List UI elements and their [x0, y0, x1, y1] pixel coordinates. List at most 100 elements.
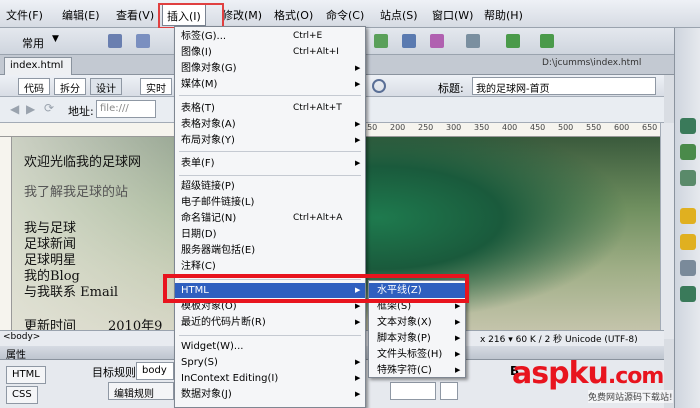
chevron-down-icon[interactable]: ▼: [52, 34, 59, 44]
menu-help[interactable]: 帮助(H): [484, 7, 523, 23]
refresh-icon[interactable]: ⟳: [44, 101, 54, 115]
menu-item-media[interactable]: 媒体(M) ▶: [175, 77, 365, 92]
color-picker[interactable]: [440, 382, 458, 400]
menu-item-comment[interactable]: 注释(C): [175, 259, 365, 274]
menu-item-label: 表格对象(A): [181, 119, 236, 130]
split-view-button[interactable]: 拆分: [54, 78, 86, 95]
menu-window[interactable]: 窗口(W): [432, 7, 473, 23]
menu-item-hyperlink[interactable]: 超级链接(P): [175, 179, 365, 194]
submenu-arrow-icon: ▶: [355, 80, 361, 88]
submenu-item-head-tags[interactable]: 文件头标签(H) ▶: [369, 347, 465, 362]
submenu-arrow-icon: ▶: [355, 358, 361, 366]
assets-panel-icon[interactable]: [680, 234, 696, 250]
design-view-button[interactable]: 设计: [90, 78, 122, 95]
ruler-mark: 400: [502, 123, 518, 132]
tag-selector[interactable]: <body>: [3, 332, 40, 342]
ruler-mark: 650: [642, 123, 658, 132]
menu-item-form[interactable]: 表单(F) ▶: [175, 156, 365, 171]
vertical-scrollbar[interactable]: [660, 123, 674, 339]
css-panel-icon[interactable]: [680, 144, 696, 160]
menu-item-table-objects[interactable]: 表格对象(A) ▶: [175, 117, 365, 132]
submenu-item-text-objects[interactable]: 文本对象(X) ▶: [369, 315, 465, 330]
hyperlink-icon[interactable]: [108, 34, 122, 48]
ruler-mark: 300: [446, 123, 462, 132]
nav-link[interactable]: 与我联系 Email: [24, 281, 118, 300]
menu-commands[interactable]: 命令(C): [326, 7, 364, 23]
menu-item-table[interactable]: 表格(T) Ctrl+Alt+T: [175, 101, 365, 116]
ruler-mark: 600: [614, 123, 630, 132]
media-icon[interactable]: [430, 34, 444, 48]
vertical-ruler: [0, 137, 12, 339]
menu-item-named-anchor[interactable]: 命名锚记(N) Ctrl+Alt+A: [175, 211, 365, 226]
menu-view[interactable]: 查看(V): [116, 7, 154, 23]
menu-item-incontext-editing[interactable]: InContext Editing(I) ▶: [175, 371, 365, 386]
edit-rule-button[interactable]: 编辑规则: [108, 382, 174, 400]
watermark-suffix: com: [615, 364, 664, 389]
menu-item-label: 表格(T): [181, 103, 215, 114]
tag-chooser-icon[interactable]: [540, 34, 554, 48]
live-view-button[interactable]: 实时: [140, 78, 172, 95]
css-mode-button[interactable]: CSS: [6, 386, 38, 404]
submenu-item-label: 文本对象(X): [377, 317, 432, 328]
menu-item-widget[interactable]: Widget(W)...: [175, 339, 365, 354]
menu-item-image-objects[interactable]: 图像对象(G) ▶: [175, 61, 365, 76]
menu-item-label: 图像(I): [181, 47, 212, 58]
submenu-item-label: 文件头标签(H): [377, 349, 443, 360]
target-rule-select[interactable]: body: [136, 362, 174, 380]
ruler-mark: 200: [390, 123, 406, 132]
page-heading[interactable]: 欢迎光临我的足球网: [24, 151, 141, 170]
menu-item-server-include[interactable]: 服务器端包括(E): [175, 243, 365, 258]
menu-item-tag[interactable]: 标签(G)... Ctrl+E: [175, 29, 365, 44]
preview-icon[interactable]: [372, 79, 386, 93]
submenu-arrow-icon: ▶: [355, 374, 361, 382]
menu-format[interactable]: 格式(O): [274, 7, 313, 23]
menu-item-label: 表单(F): [181, 158, 215, 169]
menu-item-date[interactable]: 日期(D): [175, 227, 365, 242]
submenu-item-special-characters[interactable]: 特殊字符(C) ▶: [369, 363, 465, 378]
back-arrow-icon[interactable]: ◀: [10, 102, 19, 116]
menu-item-label: 数据对象(J): [181, 389, 232, 400]
menu-item-image[interactable]: 图像(I) Ctrl+Alt+I: [175, 45, 365, 60]
files-panel-icon[interactable]: [680, 208, 696, 224]
menu-item-label: 电子邮件链接(L): [181, 197, 255, 208]
insert-panel-icon[interactable]: [680, 118, 696, 134]
submenu-arrow-icon: ▶: [355, 159, 361, 167]
menu-item-recent-snippets[interactable]: 最近的代码片断(R) ▶: [175, 315, 365, 330]
email-icon[interactable]: [136, 34, 150, 48]
snippets-panel-icon[interactable]: [680, 260, 696, 276]
toolbar-category[interactable]: 常用: [22, 35, 44, 51]
title-input[interactable]: 我的足球网-首页: [472, 77, 656, 95]
address-input[interactable]: file:///: [96, 100, 156, 118]
ruler-mark: 350: [474, 123, 490, 132]
submenu-arrow-icon: ▶: [355, 390, 361, 398]
font-size-select[interactable]: [390, 382, 436, 400]
menu-modify[interactable]: 修改(M): [222, 7, 262, 23]
menu-separator: [179, 95, 361, 96]
menu-site[interactable]: 站点(S): [380, 7, 418, 23]
table-icon[interactable]: [374, 34, 388, 48]
tag-inspector-icon[interactable]: [680, 286, 696, 302]
menu-item-spry[interactable]: Spry(S) ▶: [175, 355, 365, 370]
submenu-arrow-icon: ▶: [355, 318, 361, 326]
menu-file[interactable]: 文件(F): [6, 7, 43, 23]
forward-arrow-icon[interactable]: ▶: [26, 102, 35, 116]
menu-separator: [179, 175, 361, 176]
submenu-arrow-icon: ▶: [455, 318, 461, 326]
menu-item-label: 布局对象(Y): [181, 135, 235, 146]
ap-elements-icon[interactable]: [680, 170, 696, 186]
document-tab[interactable]: index.html: [4, 57, 72, 75]
code-view-button[interactable]: 代码: [18, 78, 50, 95]
date-icon[interactable]: [466, 34, 480, 48]
menu-item-shortcut: Ctrl+Alt+I: [293, 47, 339, 57]
submenu-arrow-icon: ▶: [355, 120, 361, 128]
submenu-item-script-objects[interactable]: 脚本对象(P) ▶: [369, 331, 465, 346]
menu-item-email-link[interactable]: 电子邮件链接(L): [175, 195, 365, 210]
image-icon[interactable]: [402, 34, 416, 48]
page-intro[interactable]: 我了解我足球的站: [24, 181, 128, 200]
menu-item-data-objects[interactable]: 数据对象(J) ▶: [175, 387, 365, 402]
template-icon[interactable]: [506, 34, 520, 48]
menu-edit[interactable]: 编辑(E): [62, 7, 100, 23]
menu-item-layout-objects[interactable]: 布局对象(Y) ▶: [175, 133, 365, 148]
menu-item-label: 命名锚记(N): [181, 213, 237, 224]
html-mode-button[interactable]: HTML: [6, 366, 46, 384]
